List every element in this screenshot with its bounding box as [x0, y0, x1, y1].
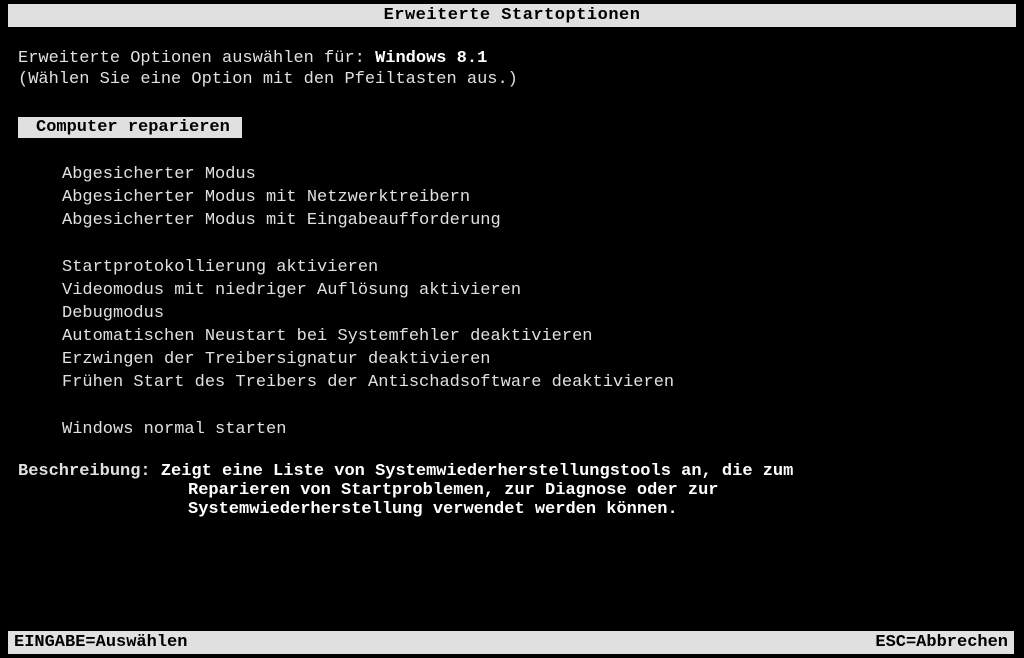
menu-item-label: Startprotokollierung aktivieren: [62, 258, 378, 277]
menu-item-label: Videomodus mit niedriger Auflösung aktiv…: [62, 281, 521, 300]
menu-item-boot-logging[interactable]: Startprotokollierung aktivieren: [38, 257, 1006, 278]
prompt-label: Erweiterte Optionen auswählen für:: [18, 49, 365, 68]
os-name: Windows 8.1: [375, 49, 487, 68]
menu-item-safe-mode-command-prompt[interactable]: Abgesicherter Modus mit Eingabeaufforder…: [38, 210, 1006, 231]
boot-menu[interactable]: Computer reparieren Abgesicherter Modus …: [38, 115, 1006, 440]
prompt-line: Erweiterte Optionen auswählen für: Windo…: [18, 49, 1006, 68]
footer-cancel-hint: ESC=Abbrechen: [875, 633, 1008, 652]
description-label: Beschreibung:: [18, 462, 151, 481]
description-text-line3: Systemwiederherstellung verwendet werden…: [18, 500, 1006, 519]
footer-select-hint: EINGABE=Auswählen: [14, 633, 187, 652]
menu-item-disable-auto-restart[interactable]: Automatischen Neustart bei Systemfehler …: [38, 326, 1006, 347]
menu-item-safe-mode-networking[interactable]: Abgesicherter Modus mit Netzwerktreibern: [38, 187, 1006, 208]
description-block: Beschreibung: Zeigt eine Liste von Syste…: [18, 462, 1006, 519]
menu-item-label: Automatischen Neustart bei Systemfehler …: [62, 327, 593, 346]
description-text-line1: Zeigt eine Liste von Systemwiederherstel…: [161, 462, 794, 481]
menu-item-label: Abgesicherter Modus mit Eingabeaufforder…: [62, 211, 501, 230]
page-title: Erweiterte Startoptionen: [384, 6, 641, 25]
menu-item-label: Debugmodus: [62, 304, 164, 323]
menu-item-label: Erzwingen der Treibersignatur deaktivier…: [62, 350, 490, 369]
menu-item-label: Abgesicherter Modus: [62, 165, 256, 184]
group-separator: [38, 233, 1006, 255]
group-separator: [38, 395, 1006, 417]
menu-item-label: Frühen Start des Treibers der Antischads…: [62, 373, 674, 392]
menu-item-label: Computer reparieren: [36, 118, 230, 137]
menu-item-safe-mode[interactable]: Abgesicherter Modus: [38, 164, 1006, 185]
menu-item-low-res-video[interactable]: Videomodus mit niedriger Auflösung aktiv…: [38, 280, 1006, 301]
menu-item-label: Abgesicherter Modus mit Netzwerktreibern: [62, 188, 470, 207]
menu-item-start-windows-normally[interactable]: Windows normal starten: [38, 419, 1006, 440]
menu-item-disable-early-antimalware[interactable]: Frühen Start des Treibers der Antischads…: [38, 372, 1006, 393]
menu-item-repair-computer[interactable]: Computer reparieren: [18, 117, 242, 138]
group-separator: [38, 140, 1006, 162]
footer-bar: EINGABE=Auswählen ESC=Abbrechen: [8, 631, 1014, 654]
menu-item-disable-driver-signature[interactable]: Erzwingen der Treibersignatur deaktivier…: [38, 349, 1006, 370]
menu-item-label: Windows normal starten: [62, 420, 286, 439]
title-bar: Erweiterte Startoptionen: [8, 4, 1016, 27]
content-area: Erweiterte Optionen auswählen für: Windo…: [0, 27, 1024, 519]
description-text-line2: Reparieren von Startproblemen, zur Diagn…: [18, 481, 1006, 500]
menu-item-debug-mode[interactable]: Debugmodus: [38, 303, 1006, 324]
hint-line: (Wählen Sie eine Option mit den Pfeiltas…: [18, 70, 1006, 89]
